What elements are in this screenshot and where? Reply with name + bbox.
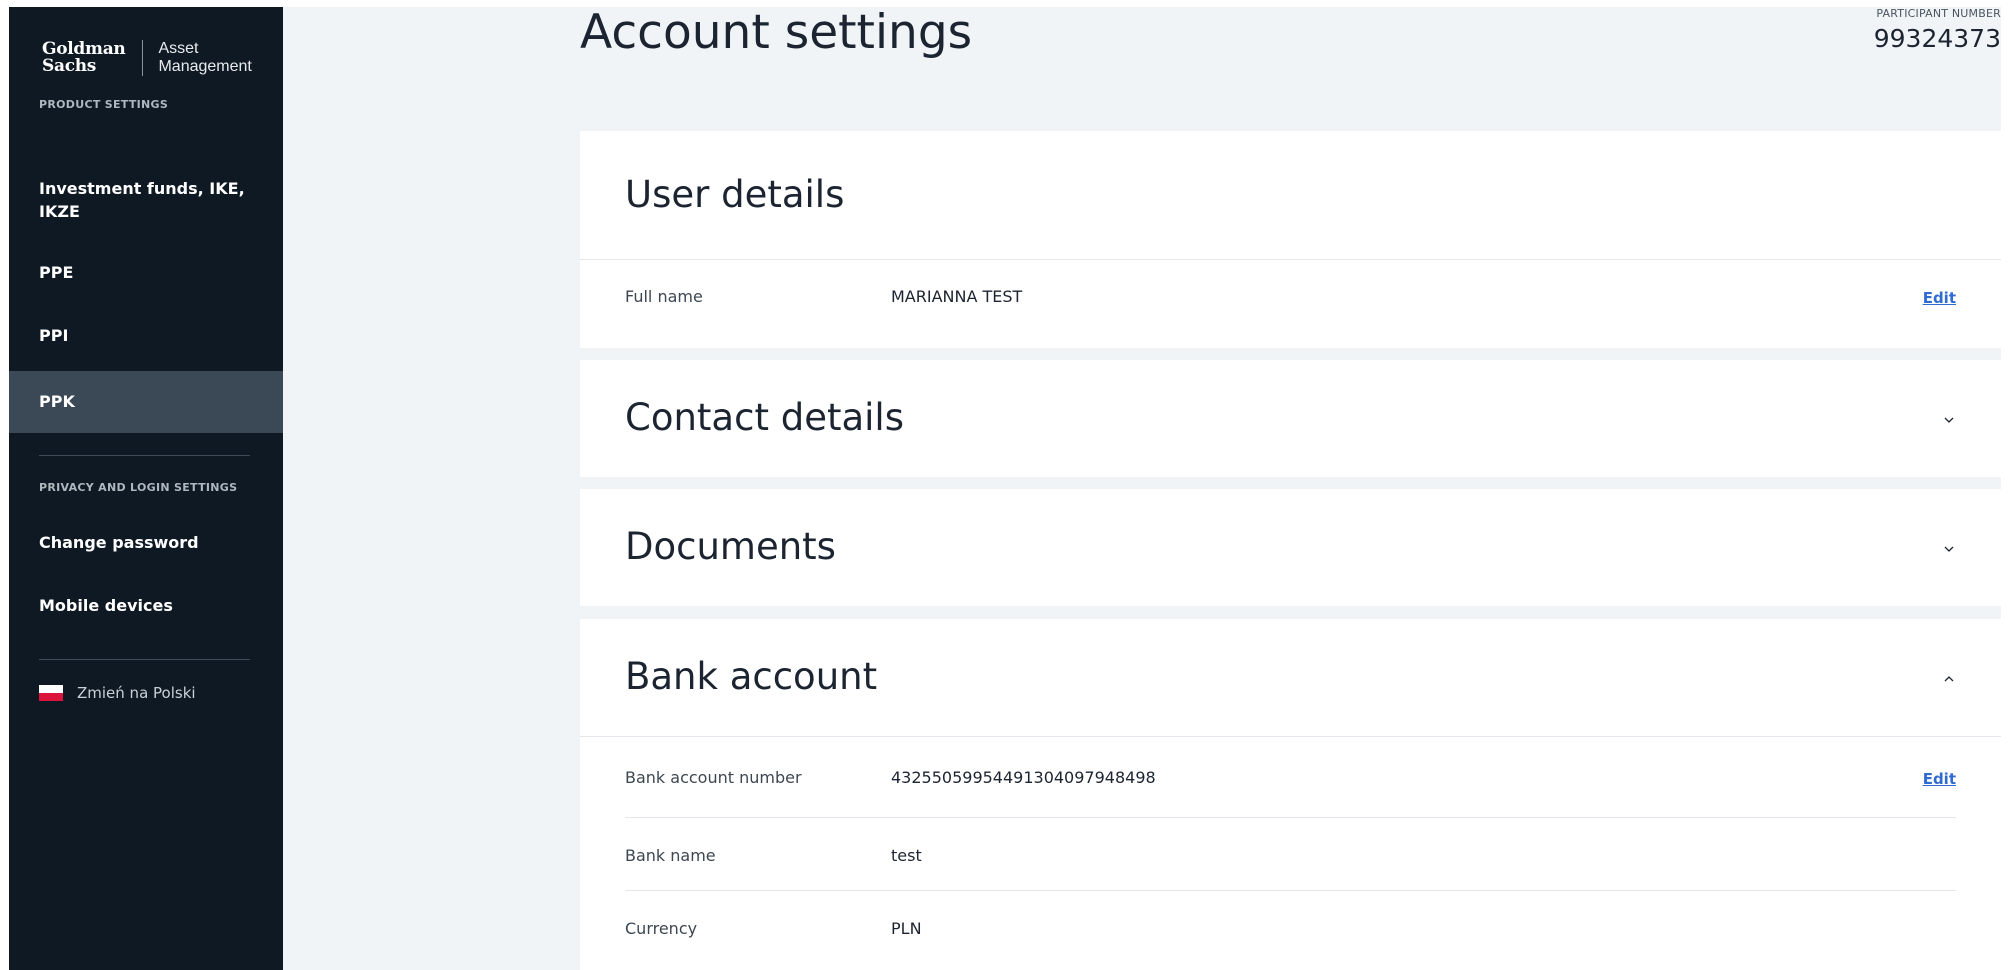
edit-bank-account-link[interactable]: Edit [1923,770,1956,788]
contact-details-card[interactable]: Contact details [580,360,2001,477]
page-title: Account settings [580,7,973,60]
documents-card[interactable]: Documents [580,489,2001,606]
sidebar-item-label: Investment funds, IKE, [39,179,245,198]
section-divider [580,736,2001,737]
bank-account-card: Bank account Bank account number 4325505… [580,619,2001,970]
sidebar-divider [39,659,250,660]
documents-title: Documents [625,525,836,568]
currency-label: Currency [625,919,698,938]
logo-subtitle: Asset Management [158,40,252,75]
participant-number-label: PARTICIPANT NUMBER [1876,7,2001,20]
edit-full-name-link[interactable]: Edit [1923,289,1956,307]
bank-account-number-label: Bank account number [625,768,802,787]
full-name-label: Full name [625,287,703,306]
chevron-up-icon[interactable] [1944,674,1954,684]
row-divider [625,817,1956,818]
sidebar-item-label: PPK [39,392,75,411]
sidebar-item-ppk[interactable]: PPK [9,371,283,433]
sidebar-item-mobile-devices[interactable]: Mobile devices [9,594,283,617]
bank-name-value: test [891,846,922,865]
poland-flag-icon [39,685,63,701]
participant-number-value: 99324373 [1873,24,2001,53]
sidebar-item-label: IKZE [39,202,80,221]
contact-details-title: Contact details [625,396,904,439]
bank-account-title: Bank account [625,655,878,698]
sidebar-item-label: PPI [39,326,69,345]
user-details-card: User details Full name MARIANNA TEST Edi… [580,131,2001,348]
sidebar-item-label: Mobile devices [39,596,173,615]
language-switch-link[interactable]: Zmień na Polski [39,684,196,702]
sidebar-item-ppe[interactable]: PPE [9,261,283,284]
currency-value: PLN [891,919,922,938]
sidebar-item-change-password[interactable]: Change password [9,531,283,554]
sidebar-item-label: PPE [39,263,74,282]
app-frame: Goldman Sachs Asset Management PRODUCT S… [9,7,2001,970]
logo-divider [142,40,144,76]
participant-info: PARTICIPANT NUMBER 99324373 [1874,7,2001,53]
privacy-settings-heading: PRIVACY AND LOGIN SETTINGS [39,481,238,494]
sidebar: Goldman Sachs Asset Management PRODUCT S… [9,7,283,970]
brand-logo[interactable]: Goldman Sachs Asset Management [42,40,252,76]
full-name-value: MARIANNA TEST [891,287,1023,306]
sidebar-item-ppi[interactable]: PPI [9,324,283,347]
sidebar-item-investment-funds[interactable]: Investment funds, IKE, IKZE [9,177,283,223]
row-divider [625,890,1956,891]
sidebar-item-label: Change password [39,533,199,552]
chevron-down-icon[interactable] [1944,415,1954,425]
chevron-down-icon[interactable] [1944,544,1954,554]
sidebar-divider [39,455,250,456]
language-switch-label: Zmień na Polski [77,684,196,702]
bank-name-label: Bank name [625,846,716,865]
section-divider [580,259,2001,260]
user-details-title: User details [625,173,845,216]
logo-wordmark: Goldman Sachs [42,39,126,76]
bank-account-number-value: 43255059954491304097948498 [891,768,1156,787]
product-settings-heading: PRODUCT SETTINGS [39,98,169,111]
